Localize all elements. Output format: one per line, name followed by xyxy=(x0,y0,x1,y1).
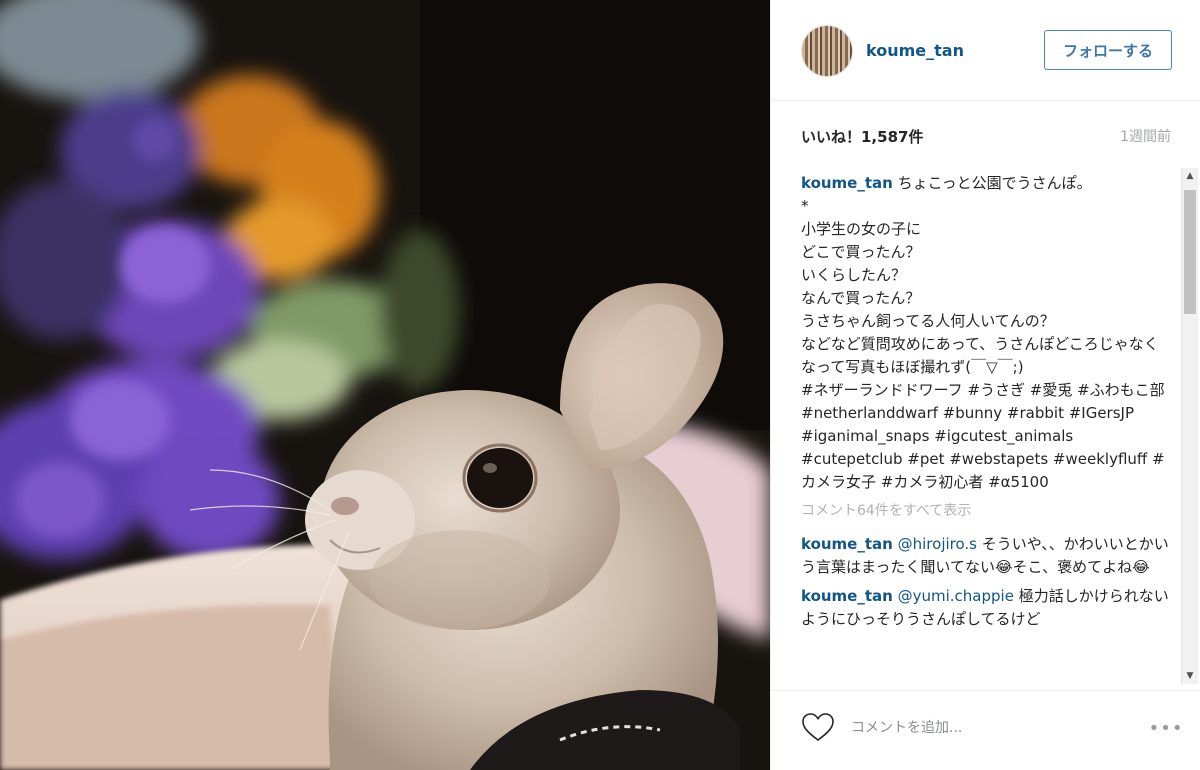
post-timestamp[interactable]: 1週間前 xyxy=(1120,126,1171,146)
comment-item: koume_tan @hirojiro.s そういや、、かわいいとかいう言葉はま… xyxy=(801,533,1171,579)
post-footer: ••• xyxy=(771,690,1200,770)
follow-button[interactable]: フォローする xyxy=(1044,30,1172,70)
post-header: koume_tan フォローする xyxy=(771,0,1200,101)
comment-username[interactable]: koume_tan xyxy=(801,587,893,605)
scroll-up-arrow-icon[interactable]: ▲ xyxy=(1182,168,1198,184)
add-comment-input[interactable] xyxy=(851,715,1111,741)
rabbit-photo-image xyxy=(0,0,770,770)
comment-mention[interactable]: @yumi.chappie xyxy=(898,587,1014,605)
username-link[interactable]: koume_tan xyxy=(866,41,964,60)
comment-mention[interactable]: @hirojiro.s xyxy=(898,535,977,553)
post-side-panel: koume_tan フォローする いいね！1,587件 1週間前 koume_t… xyxy=(770,0,1200,770)
like-count[interactable]: いいね！1,587件 xyxy=(801,126,923,147)
comment-username[interactable]: koume_tan xyxy=(801,535,893,553)
heart-outline-icon[interactable] xyxy=(801,711,835,745)
avatar-image xyxy=(802,26,852,76)
likes-row: いいね！1,587件 1週間前 xyxy=(801,126,1171,148)
caption-username[interactable]: koume_tan xyxy=(801,174,893,192)
comments-scrollbar[interactable]: ▲ ▼ xyxy=(1181,168,1198,684)
post-photo[interactable] xyxy=(0,0,770,770)
caption-comment: koume_tan ちょこっと公園でうさんぽ。 * 小学生の女の子に どこで買っ… xyxy=(801,172,1171,494)
comment-item: koume_tan @yumi.chappie 極力話しかけられないようにひっそ… xyxy=(801,585,1171,631)
scrollbar-thumb[interactable] xyxy=(1184,190,1196,314)
more-options-icon[interactable]: ••• xyxy=(1149,715,1183,741)
scroll-down-arrow-icon[interactable]: ▼ xyxy=(1182,668,1198,684)
user-avatar[interactable] xyxy=(801,25,853,77)
comments-list[interactable]: koume_tan ちょこっと公園でうさんぽ。 * 小学生の女の子に どこで買っ… xyxy=(801,172,1171,682)
caption-text: ちょこっと公園でうさんぽ。 * 小学生の女の子に どこで買ったん？ いくらしたん… xyxy=(801,174,1165,491)
view-all-comments-link[interactable]: コメント64件をすべて表示 xyxy=(801,500,1171,523)
